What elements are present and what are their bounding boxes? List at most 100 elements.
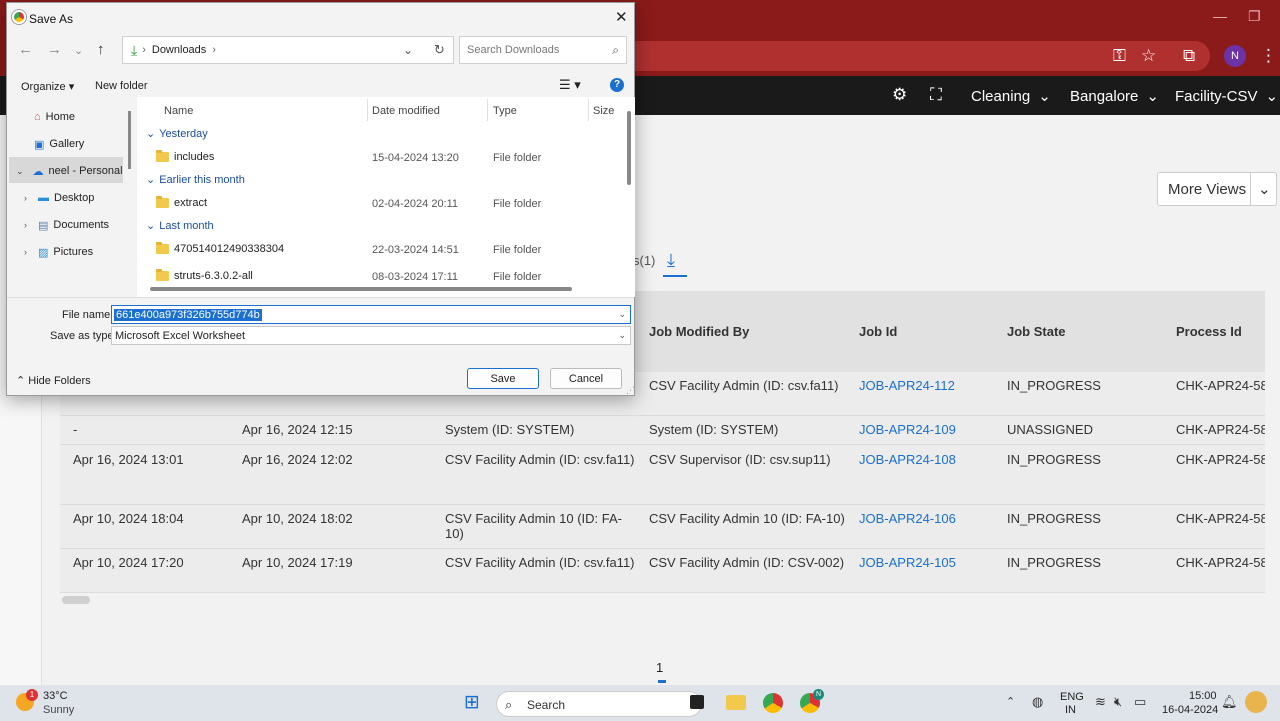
header-dropdown-city[interactable]: Bangalore ⌄ <box>1070 87 1159 106</box>
job-id-link[interactable]: JOB-APR24-112 <box>859 378 955 393</box>
battery-icon[interactable]: ▭ <box>1134 694 1146 710</box>
cell-process-id: CHK-APR24-58 <box>1176 555 1265 570</box>
file-row-name[interactable]: 470514012490338304 <box>156 242 284 255</box>
weather-temperature[interactable]: 33°C <box>43 690 68 702</box>
nav-item-home[interactable]: ⌂ Home <box>34 107 75 127</box>
hide-folders-toggle[interactable]: ⌃ Hide Folders <box>16 374 91 387</box>
column-header-size[interactable]: Size <box>593 105 614 117</box>
clock-time[interactable]: 15:00 <box>1189 690 1217 702</box>
forward-arrow-icon[interactable]: → <box>47 41 62 58</box>
breadcrumb-separator-icon: › <box>212 44 216 56</box>
job-id-link[interactable]: JOB-APR24-108 <box>859 452 956 467</box>
path-bar[interactable]: ⤓ › Downloads › ⌄ ↻ <box>122 36 454 64</box>
header-dropdown-facility[interactable]: Facility-CSV ⌄ <box>1175 87 1278 106</box>
minimize-icon[interactable]: — <box>1213 8 1227 24</box>
group-header-earlier-this-month[interactable]: ⌄ Earlier this month <box>146 173 245 187</box>
volume-muted-icon[interactable]: 🔇︎ <box>1114 694 1122 710</box>
cell-col2: Apr 16, 2024 12:02 <box>242 452 353 467</box>
file-row-name[interactable]: struts-6.3.0.2-all <box>156 269 253 282</box>
new-folder-button[interactable]: New folder <box>95 80 148 92</box>
refresh-icon[interactable]: ↻ <box>434 42 445 58</box>
column-header-job-state[interactable]: Job State <box>1007 324 1066 339</box>
column-header-date-modified[interactable]: Date modified <box>372 105 440 117</box>
browser-menu-icon[interactable]: ⋮ <box>1260 46 1277 66</box>
column-header-type[interactable]: Type <box>493 105 517 117</box>
organize-menu[interactable]: Organize ▾ <box>21 80 74 93</box>
profile-avatar[interactable]: N <box>1224 45 1246 67</box>
cell-modified-by: CSV Facility Admin 10 (ID: FA-10) <box>649 511 845 526</box>
up-arrow-icon[interactable]: ↑ <box>97 41 105 58</box>
save-button[interactable]: Save <box>467 368 539 389</box>
chevron-down-icon[interactable]: ⌄ <box>403 43 413 57</box>
wifi-icon[interactable]: ≋ <box>1095 694 1106 710</box>
file-type: File folder <box>493 244 542 256</box>
job-id-link[interactable]: JOB-APR24-106 <box>859 511 956 526</box>
group-header-last-month[interactable]: ⌄ Last month <box>146 219 214 233</box>
save-as-type-select[interactable]: Microsoft Excel Worksheet ⌄ <box>111 326 631 345</box>
gallery-icon: ▣ <box>34 138 45 151</box>
job-id-link[interactable]: JOB-APR24-105 <box>859 555 956 570</box>
column-header-job-id[interactable]: Job Id <box>859 324 897 339</box>
breadcrumb-downloads[interactable]: Downloads <box>152 44 206 56</box>
file-row-name[interactable]: extract <box>156 196 208 209</box>
nav-scrollbar[interactable] <box>128 111 131 169</box>
help-icon[interactable]: ? <box>610 78 624 92</box>
nav-item-gallery[interactable]: ▣ Gallery <box>34 134 84 154</box>
group-header-yesterday[interactable]: ⌄ Yesterday <box>146 127 208 141</box>
pagination-page[interactable]: 1 <box>656 660 663 675</box>
file-list-vertical-scrollbar[interactable] <box>627 111 631 185</box>
column-header-job-modified-by[interactable]: Job Modified By <box>649 324 749 339</box>
nav-item-desktop[interactable]: › ▬ Desktop <box>24 188 94 208</box>
nav-item-onedrive[interactable]: ⌄ ☁ neel - Personal <box>16 161 123 181</box>
chrome-icon[interactable] <box>763 693 783 713</box>
recent-locations-chevron-icon[interactable]: ⌄ <box>74 44 83 57</box>
close-icon[interactable]: ✕ <box>615 8 628 26</box>
weather-condition[interactable]: Sunny <box>43 704 74 716</box>
file-name: struts-6.3.0.2-all <box>174 270 253 282</box>
notification-bell-icon[interactable]: 🔔︎ <box>1221 694 1238 710</box>
file-name-input[interactable]: 661e400a973f326b755d774b ⌄ <box>111 305 631 324</box>
chevron-down-icon[interactable]: ⌄ <box>618 309 626 320</box>
language-region[interactable]: IN <box>1065 704 1076 716</box>
column-header-process-id[interactable]: Process Id <box>1176 324 1242 339</box>
nav-item-documents[interactable]: › ▤ Documents <box>24 215 109 235</box>
file-row-name[interactable]: includes <box>156 150 214 163</box>
extensions-icon[interactable]: ⧉ <box>1183 46 1195 66</box>
windows-start-icon[interactable]: ⊞ <box>464 693 480 712</box>
clock-date[interactable]: 16-04-2024 <box>1162 704 1218 716</box>
chevron-up-icon[interactable]: ⌃ <box>1006 695 1015 708</box>
chevron-right-icon: › <box>24 193 27 203</box>
search-input[interactable]: Search Downloads ⌕ <box>459 36 627 64</box>
back-arrow-icon[interactable]: ← <box>18 41 33 58</box>
taskbar-search[interactable]: ⌕ Search <box>496 691 702 717</box>
nav-item-pictures[interactable]: › ▨ Pictures <box>24 242 93 262</box>
maximize-icon[interactable]: ❐ <box>1248 8 1261 25</box>
network-icon[interactable]: ◍ <box>1032 694 1043 710</box>
more-views-dropdown[interactable]: More Views ⌄ <box>1157 172 1277 206</box>
task-view-icon[interactable] <box>690 695 704 709</box>
cell-modified-by: CSV Supervisor (ID: csv.sup11) <box>649 452 831 467</box>
settings-gear-icon[interactable]: ⚙ <box>892 85 907 105</box>
download-arrow-icon: ⤓ <box>131 41 138 58</box>
hide-folders-label: Hide Folders <box>28 375 91 387</box>
file-explorer-icon[interactable] <box>726 695 746 710</box>
download-icon[interactable]: ⤓ <box>667 250 675 271</box>
key-icon[interactable]: ⚿ <box>1113 46 1126 66</box>
scan-icon[interactable]: ⛶ <box>930 85 942 105</box>
taskbar-search-label: Search <box>527 698 566 712</box>
view-options-icon[interactable]: ☰ ▾ <box>559 77 581 93</box>
resize-grip-icon[interactable]: ⋰ <box>626 385 635 396</box>
cancel-button[interactable]: Cancel <box>550 368 622 389</box>
language-code[interactable]: ENG <box>1060 691 1084 703</box>
cell-col1: Apr 16, 2024 13:01 <box>73 452 184 467</box>
job-id-link[interactable]: JOB-APR24-109 <box>859 422 956 437</box>
bookmark-star-icon[interactable]: ☆ <box>1141 46 1156 66</box>
column-header-name[interactable]: Name <box>164 105 193 117</box>
header-dropdown-service[interactable]: Cleaning ⌄ <box>971 87 1051 106</box>
tab-count-label[interactable]: s(1) <box>633 253 655 268</box>
file-date: 22-03-2024 14:51 <box>372 244 459 256</box>
copilot-icon[interactable] <box>1245 691 1267 713</box>
file-name: extract <box>174 197 208 209</box>
table-horizontal-scrollbar[interactable] <box>62 596 90 604</box>
file-list-horizontal-scrollbar[interactable] <box>150 287 572 291</box>
